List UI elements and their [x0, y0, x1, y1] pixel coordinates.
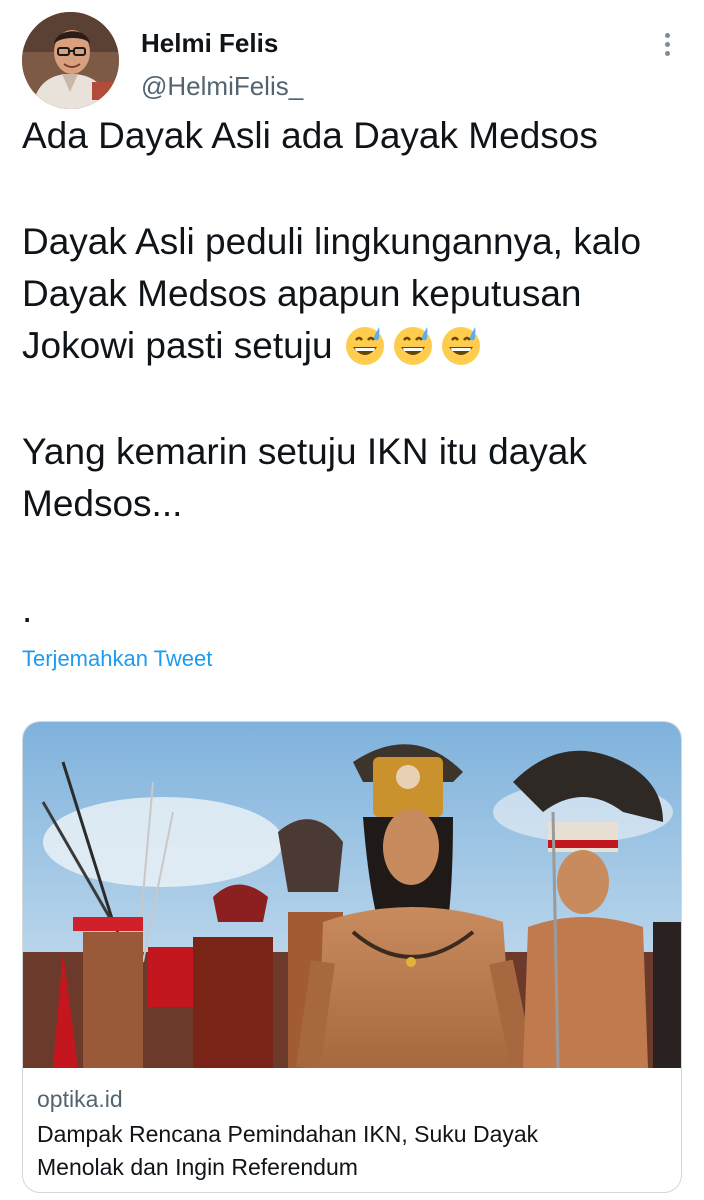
link-title-text: Dampak Rencana Pemindahan IKN, Suku Daya… — [37, 1121, 539, 1180]
translate-tweet-link[interactable]: Terjemahkan Tweet — [22, 645, 212, 673]
link-preview-card[interactable]: optika.id Dampak Rencana Pemindahan IKN,… — [22, 721, 682, 1193]
tweet-paragraph-3: Yang kemarin setuju IKN itu dayak Medsos… — [22, 431, 587, 524]
link-preview-image[interactable] — [23, 722, 681, 1068]
tweet-paragraph-2-text: Dayak Asli peduli lingkungannya, kalo Da… — [22, 221, 642, 366]
user-handle[interactable]: @HelmiFelis_ — [141, 70, 303, 102]
link-domain: optika.id — [37, 1086, 123, 1112]
grinning-face-with-sweat-icon — [345, 327, 384, 365]
grinning-face-with-sweat-icon — [441, 327, 480, 365]
tweet-line-1: Ada Dayak Asli ada Dayak Medsos — [22, 115, 598, 156]
avatar[interactable] — [22, 12, 119, 109]
display-name[interactable]: Helmi Felis — [141, 27, 278, 59]
grinning-face-with-sweat-icon — [393, 327, 432, 365]
tweet-dot: . — [22, 589, 33, 630]
tweet-text: Ada Dayak Asli ada Dayak Medsos Dayak As… — [22, 110, 682, 636]
more-options-icon[interactable] — [652, 24, 684, 64]
tweet-paragraph-2: Dayak Asli peduli lingkungannya, kalo Da… — [22, 216, 682, 372]
link-title: Dampak Rencana Pemindahan IKN, Suku Daya… — [37, 1118, 667, 1184]
